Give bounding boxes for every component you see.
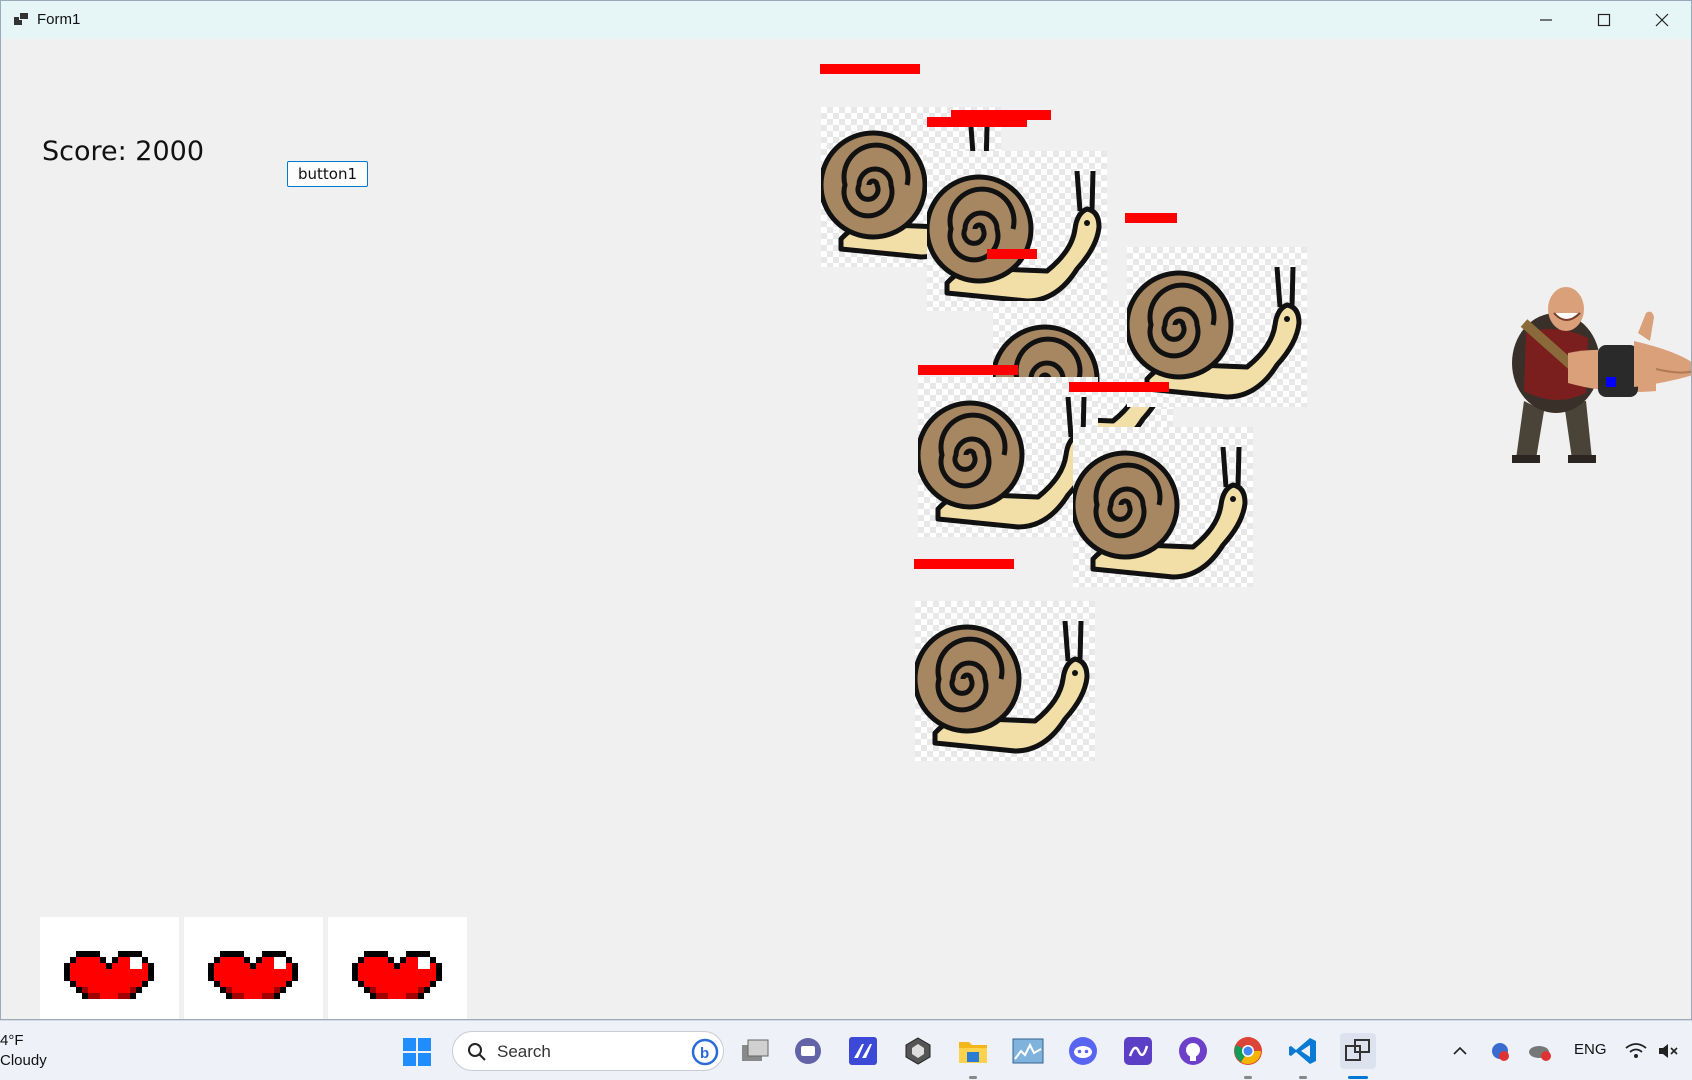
enemy-health-bar	[914, 559, 1014, 569]
windows-forms-app-icon[interactable]	[1340, 1033, 1376, 1069]
snail-enemy	[912, 601, 1095, 761]
maximize-icon	[1597, 13, 1611, 27]
task-view-icon[interactable]	[737, 1033, 773, 1069]
title-bar[interactable]: Form1	[1, 1, 1691, 39]
enemy-health-bar	[820, 64, 920, 74]
svg-text:b: b	[700, 1045, 709, 1062]
snail-enemy	[915, 377, 1098, 537]
unity-icon[interactable]	[900, 1033, 936, 1069]
taskbar-search[interactable]: Search b	[452, 1031, 724, 1071]
player-character	[1506, 283, 1691, 463]
enemy-health-bar	[918, 365, 1018, 375]
score-label: Score: 2000	[42, 136, 205, 167]
app-window: Form1 Score: 2000 button1	[0, 0, 1692, 1020]
enemy-health-bar	[927, 117, 1027, 127]
enemy-health-bar	[987, 249, 1037, 259]
weather-widget[interactable]: 4°F Cloudy	[0, 1031, 47, 1071]
github-icon[interactable]	[1175, 1033, 1211, 1069]
windows-icon	[403, 1038, 431, 1066]
file-explorer-icon[interactable]	[955, 1033, 991, 1069]
snail-enemy	[924, 151, 1107, 311]
chevron-up-icon[interactable]	[1442, 1033, 1478, 1069]
volume-muted-icon[interactable]	[1650, 1033, 1686, 1069]
weather-condition: Cloudy	[0, 1052, 47, 1069]
close-button[interactable]	[1633, 1, 1691, 39]
weather-temperature: 4°F	[0, 1032, 24, 1049]
search-placeholder: Search	[497, 1042, 551, 1061]
onedrive-icon[interactable]	[1522, 1033, 1558, 1069]
start-button[interactable]	[402, 1037, 432, 1067]
close-icon	[1655, 13, 1669, 27]
window-title: Form1	[37, 11, 81, 28]
minimize-icon	[1540, 19, 1552, 21]
bing-icon[interactable]: b	[691, 1038, 719, 1066]
life-heart	[328, 917, 467, 1019]
enemy-health-bar	[1125, 213, 1177, 223]
chrome-icon[interactable]	[1230, 1033, 1266, 1069]
game-canvas[interactable]: Score: 2000 button1	[1, 39, 1691, 1019]
minimize-button[interactable]	[1517, 1, 1575, 39]
taskbar: 4°F Cloudy Search b ENG	[0, 1020, 1692, 1080]
wifi-icon[interactable]	[1618, 1033, 1654, 1069]
search-icon	[468, 1043, 486, 1061]
enemy-health-bar	[1069, 382, 1169, 392]
running-indicator	[1299, 1076, 1307, 1079]
life-heart	[184, 917, 323, 1019]
vscode-icon[interactable]	[1285, 1033, 1321, 1069]
button1[interactable]: button1	[287, 161, 368, 187]
running-indicator	[969, 1076, 977, 1079]
app-icon	[14, 12, 30, 26]
running-indicator	[1244, 1076, 1252, 1079]
performance-monitor-icon[interactable]	[1010, 1033, 1046, 1069]
snail-enemy	[1070, 427, 1253, 587]
language-indicator[interactable]: ENG	[1574, 1041, 1607, 1058]
pen-app-icon[interactable]	[1120, 1033, 1156, 1069]
life-heart	[40, 917, 179, 1019]
visual-studio-icon[interactable]	[845, 1033, 881, 1069]
tray-app-icon[interactable]	[1482, 1033, 1518, 1069]
maximize-button[interactable]	[1575, 1, 1633, 39]
teams-icon[interactable]	[790, 1033, 826, 1069]
active-indicator	[1348, 1076, 1368, 1079]
discord-icon[interactable]	[1065, 1033, 1101, 1069]
